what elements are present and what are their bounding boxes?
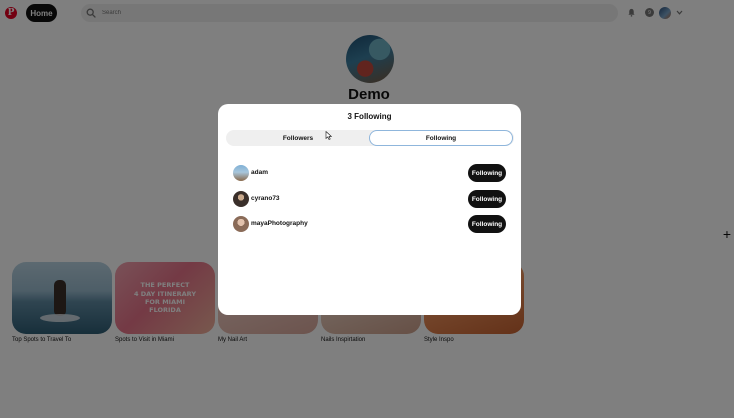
avatar[interactable] [233,216,249,232]
username[interactable]: cyrano73 [251,195,280,202]
list-item[interactable]: adam Following [233,164,506,182]
mouse-pointer-icon [325,131,332,140]
modal-title: 3 Following [347,112,392,121]
avatar[interactable] [233,191,249,207]
tab-followers[interactable]: Followers [226,130,370,146]
avatar[interactable] [233,165,249,181]
tab-following[interactable]: Following [369,130,513,146]
following-modal: 3 Following Followers Following adam Fol… [218,104,521,315]
following-button[interactable]: Following [468,164,506,182]
following-button[interactable]: Following [468,215,506,233]
username[interactable]: mayaPhotography [251,220,308,227]
list-item[interactable]: mayaPhotography Following [233,215,506,233]
list-item[interactable]: cyrano73 Following [233,190,506,208]
following-button[interactable]: Following [468,190,506,208]
tab-switcher: Followers Following [226,130,514,146]
username[interactable]: adam [251,169,268,176]
